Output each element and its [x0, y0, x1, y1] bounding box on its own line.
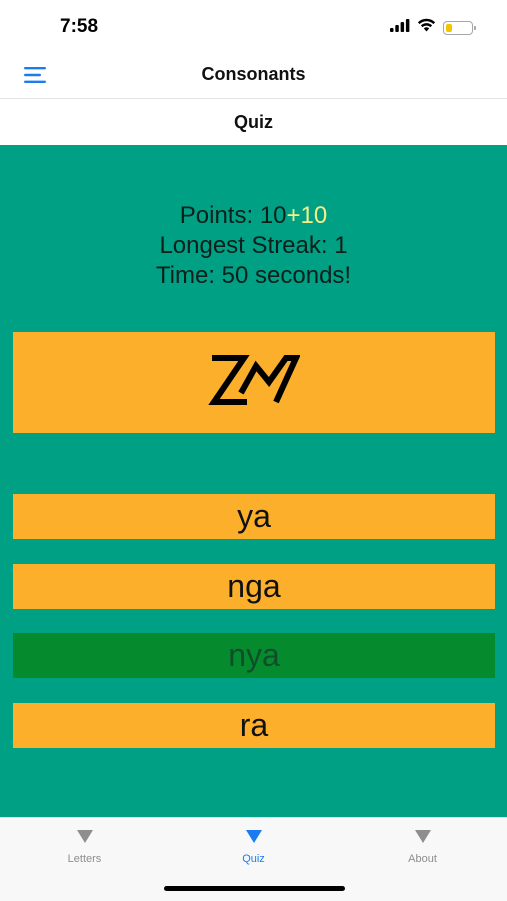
time-remaining: Time: 50 seconds! — [155, 262, 352, 289]
answer-label: nya — [228, 637, 280, 673]
baybayin-nya-glyph — [208, 353, 301, 412]
status-icons — [390, 18, 476, 37]
points-gain: +10 — [286, 202, 328, 229]
answer-option[interactable]: nga — [13, 564, 495, 609]
question-card — [13, 332, 495, 433]
quiz-stats: Points: 10+10 Longest Streak: 1 Time: 50… — [0, 201, 507, 291]
sub-header: Quiz — [0, 99, 507, 145]
home-indicator — [164, 886, 345, 891]
page-title: Consonants — [201, 64, 306, 84]
tab-label: Letters — [67, 853, 102, 865]
tab-label: About — [408, 853, 437, 865]
answer-label: nga — [227, 568, 281, 604]
answer-label: ra — [239, 707, 269, 743]
tab-about[interactable]: About — [338, 826, 507, 876]
triangle-down-icon — [245, 830, 262, 843]
wifi-icon — [417, 18, 436, 37]
tab-letters[interactable]: Letters — [0, 826, 169, 876]
signal-icon — [390, 18, 410, 37]
points-value: 10 — [259, 202, 287, 229]
status-time: 7:58 — [60, 16, 99, 37]
quiz-area: Points: 10+10 Longest Streak: 1 Time: 50… — [0, 145, 507, 817]
tab-label: Quiz — [242, 853, 265, 865]
points-label: Points: — [179, 202, 260, 229]
battery-level — [446, 23, 452, 32]
battery-icon — [443, 20, 476, 35]
status-bar: 7:58 — [0, 0, 507, 52]
triangle-down-icon — [76, 830, 93, 843]
points-line: Points: 10+10 — [0, 201, 507, 231]
answer-label: ya — [237, 498, 271, 534]
battery-cap — [474, 25, 476, 30]
answer-option[interactable]: ya — [13, 494, 495, 539]
answer-option-correct[interactable]: nya — [13, 633, 495, 678]
section-title: Quiz — [234, 112, 273, 132]
triangle-down-icon — [414, 830, 431, 843]
longest-streak: Longest Streak: 1 — [159, 232, 348, 259]
tab-quiz[interactable]: Quiz — [169, 826, 338, 876]
answer-option[interactable]: ra — [13, 703, 495, 748]
nav-bar: Consonants — [0, 52, 507, 99]
